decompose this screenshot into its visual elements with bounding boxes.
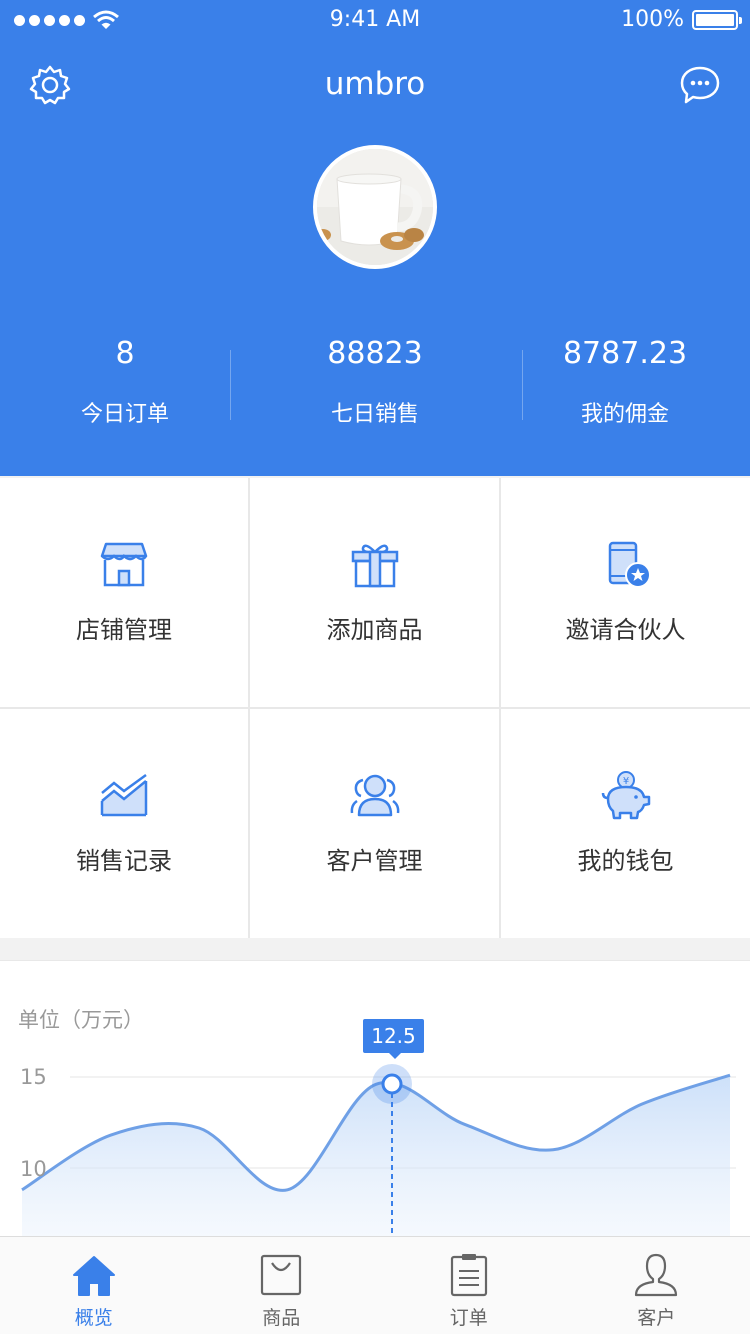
battery-percent: 100% [621, 7, 684, 32]
tab-label: 概览 [74, 1307, 113, 1329]
stat-commission[interactable]: 8787.23 我的佣金 [500, 330, 750, 440]
grid-item-invite-partner[interactable]: 邀请合伙人 [501, 478, 750, 707]
profile-header: 9:41 AM 100% umbro 8 今日订单 88823 七日销售 878… [0, 0, 750, 476]
chart-area [22, 1075, 730, 1240]
piggy-bank-icon: ¥ [601, 771, 650, 820]
stat-label: 七日销售 [330, 402, 419, 427]
stat-seven-day-sales[interactable]: 88823 七日销售 [250, 330, 500, 440]
stat-label: 今日订单 [80, 402, 169, 427]
tab-customers[interactable]: 客户 [563, 1237, 750, 1334]
grid-item-sales-record[interactable]: 销售记录 [0, 709, 248, 938]
stats-row: 8 今日订单 88823 七日销售 8787.23 我的佣金 [0, 330, 750, 440]
person-icon [635, 1253, 678, 1297]
y-tick-10: 10 [20, 1157, 47, 1181]
grid-item-label: 客户管理 [326, 847, 423, 875]
grid-item-add-product[interactable]: 添加商品 [250, 478, 499, 707]
tab-orders[interactable]: 订单 [375, 1237, 563, 1334]
users-icon [350, 774, 399, 817]
grid-item-label: 添加商品 [326, 616, 423, 644]
avatar[interactable] [313, 145, 437, 269]
message-icon[interactable] [678, 63, 722, 107]
grid-item-my-wallet[interactable]: ¥ 我的钱包 [501, 709, 750, 938]
tab-overview[interactable]: 概览 [0, 1237, 188, 1334]
tab-bar: 概览 商品 订单 客户 [0, 1236, 750, 1334]
area-chart-icon [100, 773, 148, 817]
grid-item-label: 邀请合伙人 [565, 616, 686, 644]
grid-item-label: 销售记录 [76, 847, 172, 875]
tab-products[interactable]: 商品 [188, 1237, 376, 1334]
home-icon [72, 1256, 115, 1296]
store-icon [100, 542, 148, 587]
stat-value: 8 [115, 336, 135, 371]
clipboard-icon [450, 1254, 487, 1297]
store-name: umbro [324, 66, 426, 102]
tab-label: 商品 [262, 1307, 301, 1329]
divider [522, 350, 523, 420]
sales-chart-card: 单位（万元） 15 10 12.5 [0, 960, 750, 1240]
gift-icon [351, 544, 398, 588]
y-tick-15: 15 [20, 1065, 47, 1089]
grid-item-store-management[interactable]: 店铺管理 [0, 478, 248, 707]
stat-value: 8787.23 [562, 336, 688, 371]
feature-grid: 店铺管理 添加商品 邀请合伙人 销售记录 客户管理 ¥ 我的钱包 [0, 478, 750, 938]
status-bar: 9:41 AM 100% [0, 0, 750, 40]
battery-icon [692, 9, 742, 30]
highlight-point[interactable] [381, 1073, 403, 1095]
stat-today-orders[interactable]: 8 今日订单 [0, 330, 250, 440]
grid-item-label: 我的钱包 [577, 847, 674, 875]
divider [230, 350, 231, 420]
stat-label: 我的佣金 [580, 402, 669, 427]
svg-text:¥: ¥ [622, 776, 628, 787]
grid-item-label: 店铺管理 [76, 616, 172, 644]
sales-chart[interactable] [0, 961, 750, 1240]
bag-icon [261, 1254, 302, 1296]
phone-star-icon [608, 541, 651, 588]
chart-tooltip: 12.5 [363, 1019, 424, 1059]
tab-label: 客户 [637, 1307, 676, 1329]
grid-item-customer-management[interactable]: 客户管理 [250, 709, 499, 938]
stat-value: 88823 [327, 336, 423, 371]
tab-label: 订单 [449, 1307, 488, 1329]
